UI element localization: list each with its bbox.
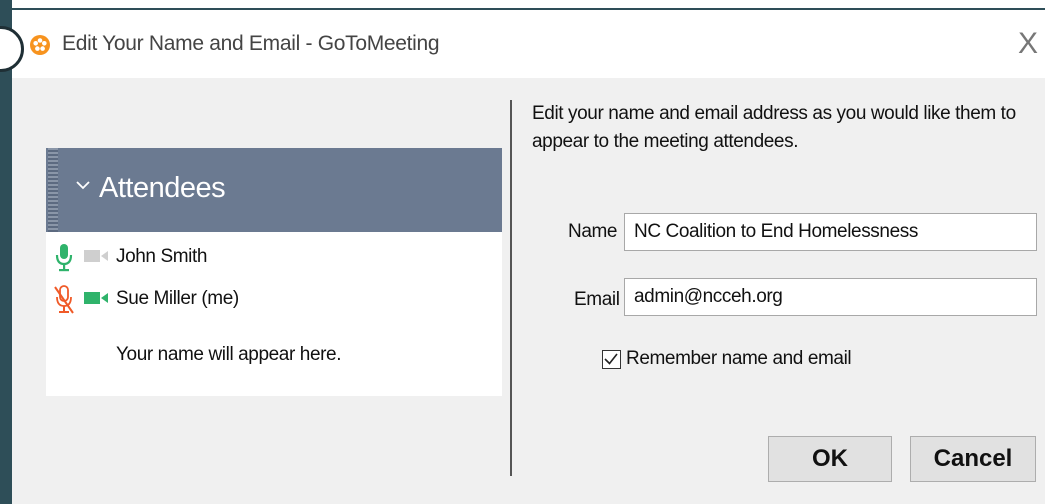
attendee-preview-panel: Attendees John Smith Sue Miller (me) You… (46, 148, 502, 396)
panel-divider (510, 100, 512, 476)
window-frame-left (0, 0, 12, 504)
microphone-muted-icon (54, 285, 74, 314)
cancel-button[interactable]: Cancel (910, 436, 1036, 482)
name-label: Name (568, 221, 618, 242)
remember-label: Remember name and email (626, 348, 852, 369)
title-bar: Edit Your Name and Email - GoToMeeting X (12, 10, 1045, 78)
edit-name-dialog: Edit Your Name and Email - GoToMeeting X… (12, 10, 1045, 504)
gotomeeting-flower-icon (30, 35, 50, 55)
name-field[interactable] (624, 213, 1037, 251)
microphone-on-icon (55, 244, 73, 272)
attendee-row: Sue Miller (me) (46, 282, 502, 316)
instructions-text: Edit your name and email address as you … (532, 103, 1016, 152)
attendees-header: Attendees (46, 148, 502, 232)
close-icon: X (1017, 27, 1038, 60)
close-button[interactable]: X (1013, 24, 1043, 64)
camera-on-icon (84, 292, 108, 304)
chevron-down-icon (76, 181, 90, 190)
checkmark-icon (604, 353, 618, 365)
name-preview-note: Your name will appear here. (116, 344, 342, 365)
email-label: Email (574, 289, 620, 310)
attendee-name: Sue Miller (me) (116, 288, 239, 309)
checkbox-box[interactable] (602, 350, 621, 369)
drag-grip-icon (48, 148, 58, 232)
attendee-row: John Smith (46, 240, 502, 274)
attendees-label: Attendees (99, 172, 226, 204)
ok-button[interactable]: OK (768, 436, 892, 482)
email-field[interactable] (624, 278, 1037, 316)
attendee-name: John Smith (116, 246, 208, 267)
camera-off-icon (84, 250, 108, 262)
window-title: Edit Your Name and Email - GoToMeeting (62, 32, 440, 55)
